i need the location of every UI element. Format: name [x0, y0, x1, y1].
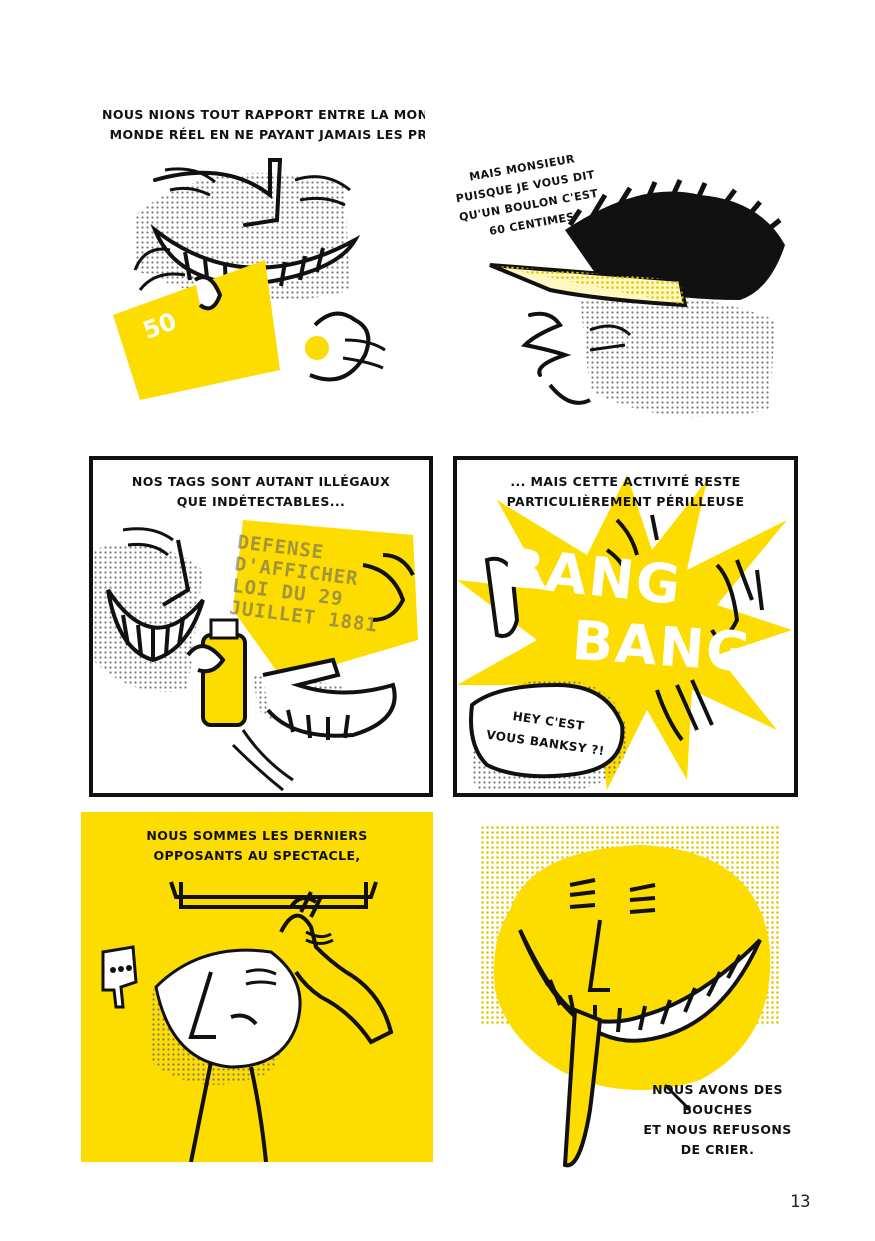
- panel-4: ... MAIS CETTE ACTIVITÉ RESTE PARTICULIÈ…: [453, 456, 798, 797]
- haughty-man-profile: [489, 178, 785, 417]
- panel-4-caption: ... MAIS CETTE ACTIVITÉ RESTE PARTICULIÈ…: [506, 474, 745, 509]
- grinning-face-with-banknote: [113, 158, 386, 400]
- panel-1: NOUS NIONS TOUT RAPPORT ENTRE LA MONNAIE…: [95, 100, 425, 410]
- panel-2: MAIS MONSIEUR PUISQUE JE VOUS DIT QU'UN …: [440, 150, 790, 430]
- panel-6-caption: NOUS AVONS DES BOUCHES ET NOUS REFUSONS …: [643, 1082, 792, 1157]
- stencil-notice: DEFENSE D'AFFICHER LOI DU 29 JUILLET 188…: [228, 531, 380, 637]
- panel-3-caption: NOS TAGS SONT AUTANT ILLÉGAUX QUE INDÉTE…: [131, 474, 391, 509]
- panel-6: NOUS AVONS DES BOUCHES ET NOUS REFUSONS …: [470, 820, 800, 1175]
- panel-3: NOS TAGS SONT AUTANT ILLÉGAUX QUE INDÉTE…: [89, 456, 433, 797]
- panel-5-caption: NOUS SOMMES LES DERNIERS OPPOSANTS AU SP…: [146, 828, 368, 863]
- page-number: 13: [790, 1192, 811, 1212]
- panel-5: NOUS SOMMES LES DERNIERS OPPOSANTS AU SP…: [81, 812, 433, 1162]
- sfx-bang-2: BANG: [570, 608, 755, 685]
